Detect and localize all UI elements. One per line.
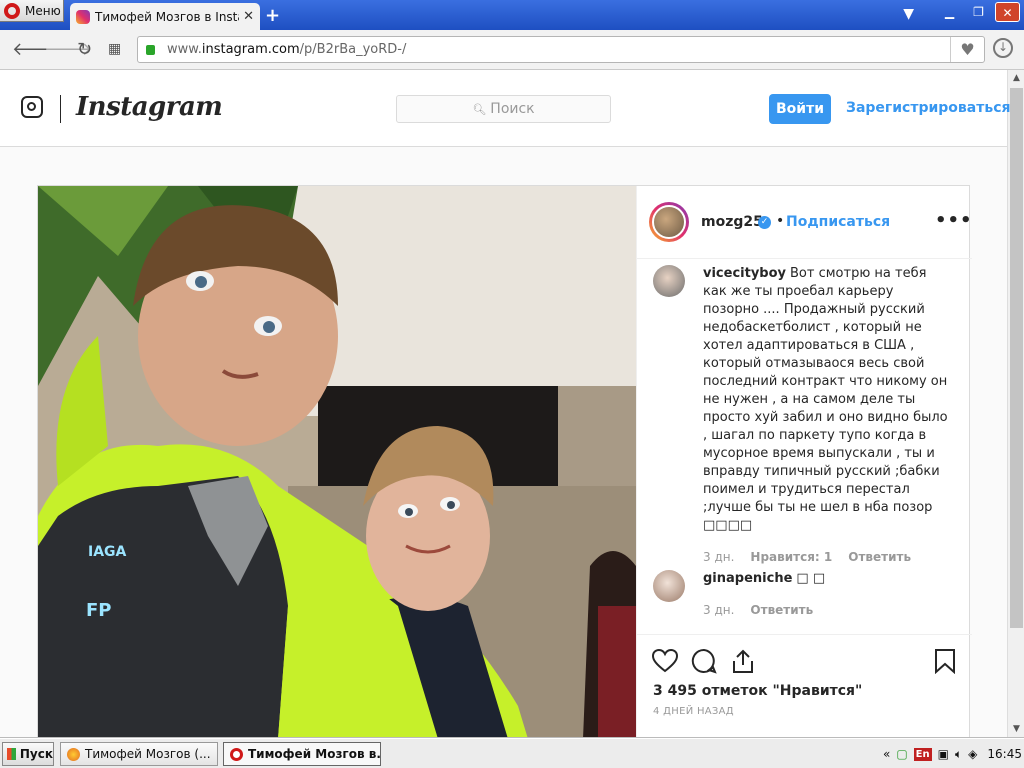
start-button[interactable]: Пуск: [2, 742, 54, 766]
menu-label: Меню: [25, 3, 61, 18]
window-controls: ▁ ❐ ✕: [937, 2, 1020, 22]
save-bookmark-icon[interactable]: [932, 648, 958, 674]
post-photo[interactable]: IAGA FP: [38, 186, 636, 739]
follow-button[interactable]: Подписаться: [786, 214, 890, 230]
url-field[interactable]: www.instagram.com/p/B2rBa_yoRD-/ ♥: [137, 36, 985, 63]
taskbar-item-label: Тимофей Мозгов в...: [248, 747, 381, 761]
windows-taskbar: Пуск Тимофей Мозгов (... Тимофей Мозгов …: [0, 738, 1024, 768]
instagram-logo[interactable]: Instagram: [76, 92, 223, 122]
clock[interactable]: 16:45: [987, 747, 1022, 761]
commenter-avatar[interactable]: [653, 570, 685, 602]
header-divider: [60, 95, 61, 123]
verified-badge-icon: ✓: [758, 216, 771, 229]
bookmark-heart-icon[interactable]: ♥: [950, 37, 984, 62]
url-text: www.instagram.com/p/B2rBa_yoRD-/: [167, 42, 407, 57]
post-author-header: mozg25 ✓ • Подписаться •••: [637, 186, 972, 259]
shield-icon[interactable]: ◈: [968, 747, 977, 761]
windows-logo-icon: [7, 748, 16, 760]
scroll-up-icon[interactable]: ▲: [1008, 70, 1024, 87]
instagram-camera-icon[interactable]: [21, 96, 43, 118]
speed-dial-grid-icon[interactable]: ▦: [108, 41, 121, 57]
comment-item: vicecityboy Вот смотрю на тебя как же ты …: [653, 265, 953, 564]
tray-app-icon[interactable]: ▢: [896, 747, 907, 761]
lock-icon: [146, 44, 155, 55]
taskbar-item-firefox[interactable]: Тимофей Мозгов (...: [60, 742, 218, 766]
comment-likes[interactable]: Нравится: 1: [750, 550, 832, 564]
address-toolbar: 🡐 🡒 ↻ ▦ www.instagram.com/p/B2rBa_yoRD-/…: [0, 30, 1024, 70]
taskbar-item-opera[interactable]: Тимофей Мозгов в...: [223, 742, 381, 766]
browser-tab-active[interactable]: Тимофей Мозгов в Instagram ✕: [70, 3, 260, 30]
tab-title: Тимофей Мозгов в Instagram: [95, 9, 239, 24]
opera-icon: [230, 747, 243, 761]
new-tab-button[interactable]: +: [265, 5, 280, 26]
comment-username[interactable]: vicecityboy: [703, 266, 786, 281]
reply-button[interactable]: Ответить: [848, 550, 911, 564]
search-placeholder: Поиск: [490, 101, 535, 117]
like-heart-icon[interactable]: [652, 648, 678, 674]
comment-meta: 3 дн. Нравится: 1 Ответить: [703, 550, 953, 564]
comment-time[interactable]: 3 дн.: [703, 550, 734, 564]
scrollbar-thumb[interactable]: [1010, 88, 1023, 628]
login-button[interactable]: Войти: [769, 94, 831, 124]
comment-username[interactable]: ginapeniche: [703, 571, 792, 586]
taskbar-item-label: Тимофей Мозгов (...: [85, 747, 211, 761]
post-actions: 3 495 отметок "Нравится" 4 ДНЕЙ НАЗАД: [637, 634, 972, 739]
comment-text: □ □: [796, 571, 826, 586]
comments-list[interactable]: vicecityboy Вот смотрю на тебя как же ты …: [637, 259, 970, 634]
comment-item: ginapeniche □ □ 3 дн. Ответить: [653, 570, 953, 617]
instagram-favicon-icon: [76, 9, 90, 24]
comment-body: vicecityboy Вот смотрю на тебя как же ты …: [703, 265, 953, 535]
browser-titlebar: Меню Тимофей Мозгов в Instagram ✕ + ▼ ▁ …: [0, 0, 1024, 30]
start-label: Пуск: [19, 747, 53, 761]
minimize-button[interactable]: ▁: [937, 2, 962, 22]
opera-icon: [4, 2, 20, 19]
comment-text: Вот смотрю на тебя как же ты проебал кар…: [703, 266, 948, 533]
system-tray: « ▢ En ▣ 🔈︎ ◈ 16:45: [883, 742, 1022, 766]
comment-bubble-icon[interactable]: [691, 648, 717, 674]
opera-menu-button[interactable]: Меню: [0, 0, 64, 22]
signup-link[interactable]: Зарегистрироваться: [846, 100, 1010, 116]
download-icon[interactable]: ↓: [993, 38, 1013, 58]
search-input[interactable]: 🔍︎ Поиск: [396, 95, 611, 123]
network-icon[interactable]: ▣: [938, 747, 949, 761]
scroll-down-icon[interactable]: ▼: [1008, 721, 1024, 738]
volume-icon[interactable]: 🔈︎: [955, 747, 962, 762]
tab-list-icon[interactable]: ▼: [903, 6, 914, 22]
svg-text:IAGA: IAGA: [88, 544, 127, 560]
svg-text:FP: FP: [86, 600, 112, 621]
author-username[interactable]: mozg25: [701, 214, 763, 230]
maximize-button[interactable]: ❐: [966, 2, 991, 22]
comment-body: ginapeniche □ □: [703, 570, 953, 588]
more-options-icon[interactable]: •••: [935, 210, 973, 231]
language-indicator[interactable]: En: [913, 747, 932, 761]
tab-close-icon[interactable]: ✕: [243, 9, 254, 24]
instagram-header: Instagram 🔍︎ Поиск Войти Зарегистрироват…: [0, 70, 1010, 147]
close-window-button[interactable]: ✕: [995, 2, 1020, 22]
page-scrollbar[interactable]: ▲ ▼: [1007, 70, 1024, 738]
comment-time[interactable]: 3 дн.: [703, 603, 734, 617]
separator-dot: •: [776, 213, 785, 229]
search-icon: 🔍︎: [472, 102, 487, 116]
firefox-icon: [67, 747, 80, 761]
post-date[interactable]: 4 ДНЕЙ НАЗАД: [653, 706, 734, 717]
reload-icon[interactable]: ↻: [77, 39, 92, 60]
author-avatar[interactable]: [649, 202, 689, 242]
commenter-avatar[interactable]: [653, 265, 685, 297]
share-icon[interactable]: [730, 648, 756, 674]
reply-button[interactable]: Ответить: [750, 603, 813, 617]
post-sidebar: mozg25 ✓ • Подписаться ••• vicecityboy Во…: [636, 186, 972, 739]
post-card: IAGA FP mozg25 ✓ • Подписаться ••• vicec…: [37, 185, 972, 739]
comment-meta: 3 дн. Ответить: [703, 603, 953, 617]
likes-count[interactable]: 3 495 отметок "Нравится": [653, 683, 862, 699]
tray-expand-icon[interactable]: «: [883, 747, 890, 761]
